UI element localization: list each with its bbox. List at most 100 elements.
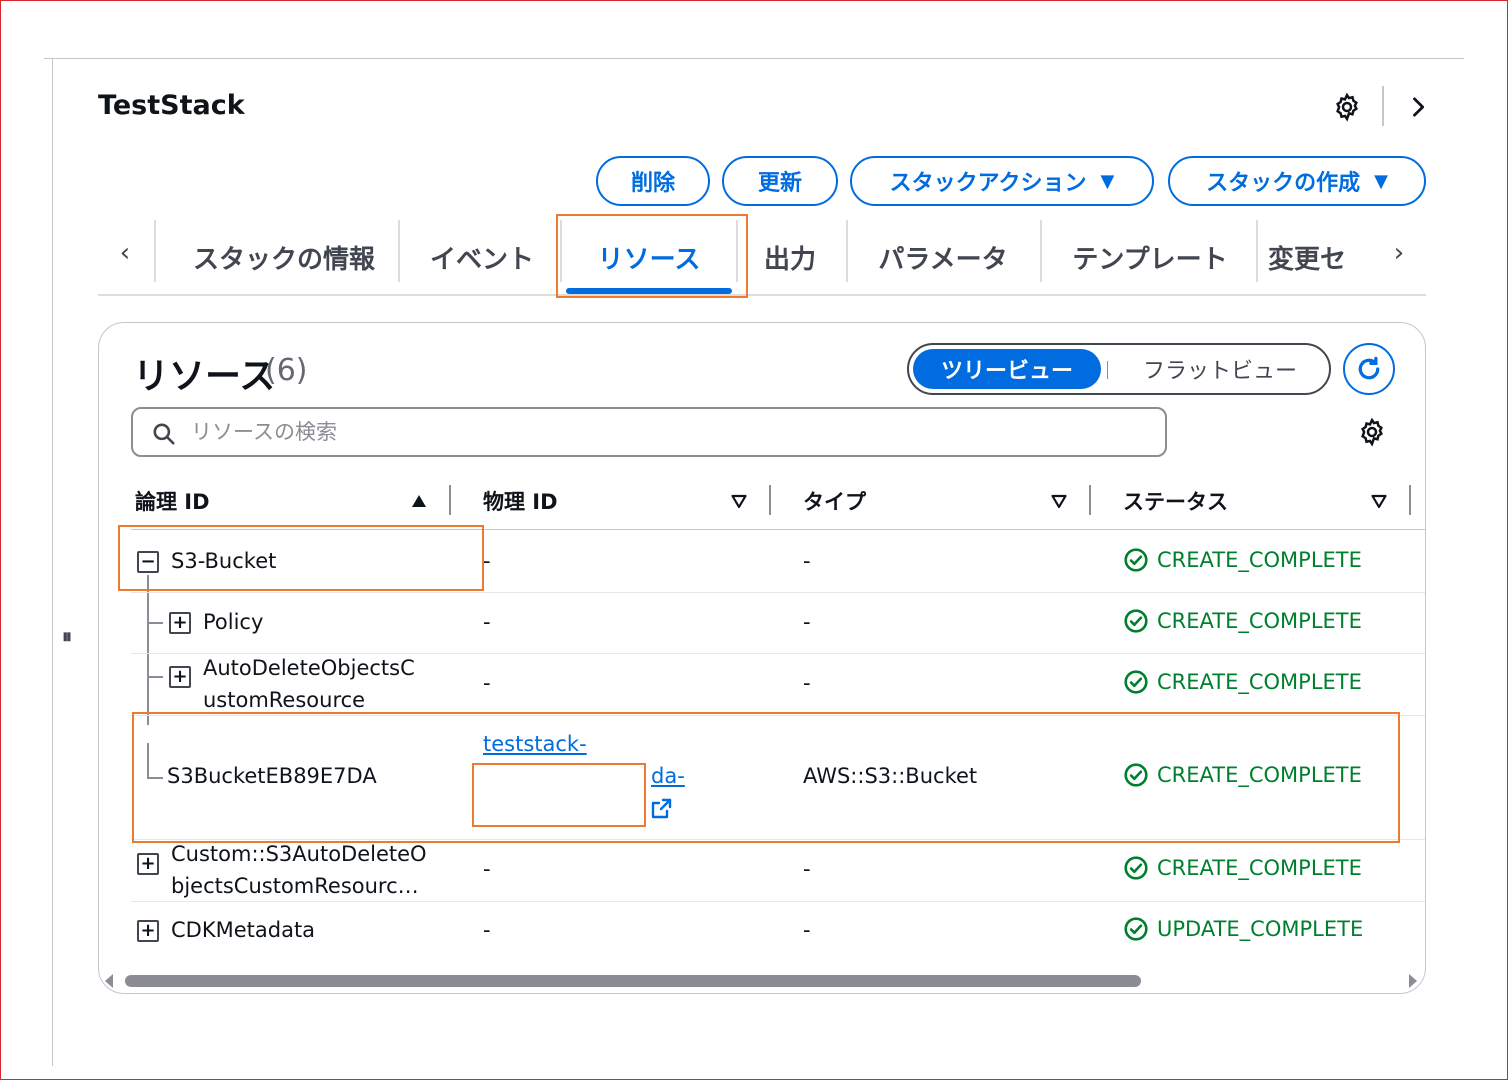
gear-icon[interactable] <box>1332 92 1362 122</box>
gear-icon[interactable] <box>1357 417 1387 447</box>
expand-icon[interactable]: + <box>137 853 159 875</box>
redaction-box <box>472 763 646 827</box>
status-text: CREATE_COMPLETE <box>1157 548 1362 572</box>
tab-change-sets[interactable]: 変更セ <box>1268 220 1390 294</box>
tab-stack-info[interactable]: スタックの情報 <box>168 220 400 294</box>
tab-outputs[interactable]: 出力 <box>746 220 834 294</box>
flat-view-toggle[interactable]: フラットビュー <box>1115 349 1325 389</box>
stack-actions-label: スタックアクション <box>889 171 1087 196</box>
caret-down-icon: ▼ <box>1100 170 1115 192</box>
tab-divider <box>1256 220 1258 282</box>
scroll-left-icon[interactable] <box>105 974 113 988</box>
scroll-right-icon[interactable] <box>1409 974 1417 988</box>
column-header-type[interactable]: タイプ <box>803 481 866 521</box>
highlight-box-resources-tab <box>556 214 748 298</box>
resize-handle-icon[interactable]: ⏸ <box>62 624 76 648</box>
stack-actions-button[interactable]: スタックアクション ▼ <box>850 156 1154 206</box>
status-badge: CREATE_COMPLETE <box>1123 855 1362 881</box>
type-cell: - <box>803 857 811 881</box>
column-header-physical-id[interactable]: 物理 ID <box>483 481 558 521</box>
chevron-right-icon[interactable] <box>1404 92 1432 122</box>
tab-divider <box>846 220 848 282</box>
sort-icon[interactable] <box>729 491 749 511</box>
tree-connector <box>147 575 149 725</box>
search-icon <box>153 423 175 445</box>
panel-top-border <box>44 58 1464 59</box>
status-text: CREATE_COMPLETE <box>1157 856 1362 880</box>
expand-icon[interactable]: + <box>137 920 159 942</box>
header-divider <box>1382 86 1384 126</box>
page-title: TestStack <box>98 90 245 121</box>
status-badge: CREATE_COMPLETE <box>1123 608 1362 634</box>
expand-icon[interactable]: + <box>169 612 191 634</box>
sort-icon[interactable] <box>1369 491 1389 511</box>
tab-divider <box>154 220 156 282</box>
column-header-status[interactable]: ステータス <box>1123 481 1228 521</box>
status-badge: UPDATE_COMPLETE <box>1123 916 1363 942</box>
resources-count: (6) <box>265 353 308 388</box>
physical-id-cell: - <box>483 918 491 942</box>
tab-divider <box>398 220 400 282</box>
highlight-box-s3-bucket <box>118 525 484 591</box>
type-cell: - <box>803 918 811 942</box>
check-circle-icon <box>1124 548 1148 572</box>
column-header-logical-id[interactable]: 論理 ID <box>135 481 210 521</box>
tab-bar: ‹ スタックの情報 イベント リソース 出力 パラメータ テンプレート 変更セ … <box>98 220 1426 296</box>
status-badge: CREATE_COMPLETE <box>1123 547 1362 573</box>
search-input[interactable] <box>191 415 1151 449</box>
physical-id-cell: - <box>483 610 491 634</box>
check-circle-icon <box>1124 609 1148 633</box>
delete-button-label: 削除 <box>630 171 675 196</box>
status-badge: CREATE_COMPLETE <box>1123 669 1362 695</box>
column-divider[interactable] <box>1409 485 1411 515</box>
logical-id-cell: AutoDeleteObjectsC <box>203 656 415 680</box>
check-circle-icon <box>1124 917 1148 941</box>
resources-heading: リソース <box>133 356 276 397</box>
column-divider[interactable] <box>1089 485 1091 515</box>
tab-divider <box>1040 220 1042 282</box>
create-stack-label: スタックの作成 <box>1206 171 1361 196</box>
column-divider[interactable] <box>769 485 771 515</box>
toggle-divider <box>1107 361 1108 379</box>
status-text: UPDATE_COMPLETE <box>1157 917 1364 941</box>
update-button[interactable]: 更新 <box>722 156 838 206</box>
check-circle-icon <box>1124 670 1148 694</box>
tree-connector <box>147 676 163 678</box>
refresh-icon <box>1358 356 1380 380</box>
tab-parameters[interactable]: パラメータ <box>858 220 1028 294</box>
column-divider[interactable] <box>449 485 451 515</box>
horizontal-scrollbar[interactable] <box>125 975 1141 987</box>
physical-id-cell: - <box>483 671 491 695</box>
physical-id-cell: - <box>483 857 491 881</box>
caret-down-icon: ▼ <box>1374 170 1388 192</box>
update-button-label: 更新 <box>757 171 802 196</box>
search-box <box>131 407 1167 457</box>
refresh-button[interactable] <box>1343 343 1395 395</box>
tab-events[interactable]: イベント <box>410 220 554 294</box>
view-toggle: ツリービュー フラットビュー <box>907 343 1331 395</box>
sort-icon[interactable] <box>1049 491 1069 511</box>
check-circle-icon <box>1124 856 1148 880</box>
status-text: CREATE_COMPLETE <box>1157 609 1362 633</box>
row-divider <box>131 901 1425 902</box>
create-stack-button[interactable]: スタックの作成 ▼ <box>1168 156 1426 206</box>
physical-id-cell: - <box>483 549 491 573</box>
sort-ascending-icon[interactable] <box>409 491 429 511</box>
tab-template[interactable]: テンプレート <box>1052 220 1248 294</box>
panel-left-border <box>52 58 53 1066</box>
delete-button[interactable]: 削除 <box>596 156 710 206</box>
logical-id-cell-continued: bjectsCustomResourc… <box>171 874 419 898</box>
expand-icon[interactable]: + <box>169 666 191 688</box>
type-cell: - <box>803 549 811 573</box>
tab-scroll-right-icon[interactable]: › <box>1388 238 1410 268</box>
type-cell: - <box>803 671 811 695</box>
tab-scroll-left-icon[interactable]: ‹ <box>114 238 136 268</box>
tree-view-toggle[interactable]: ツリービュー <box>913 349 1101 389</box>
tree-connector <box>147 622 163 624</box>
logical-id-cell: Policy <box>203 610 264 634</box>
row-divider <box>131 592 1425 593</box>
highlight-box-s3-bucket-row <box>132 712 1400 843</box>
resources-panel: リソース (6) ツリービュー フラットビュー 論理 ID 物理 ID タイプ … <box>98 322 1426 994</box>
type-cell: - <box>803 610 811 634</box>
status-text: CREATE_COMPLETE <box>1157 670 1362 694</box>
